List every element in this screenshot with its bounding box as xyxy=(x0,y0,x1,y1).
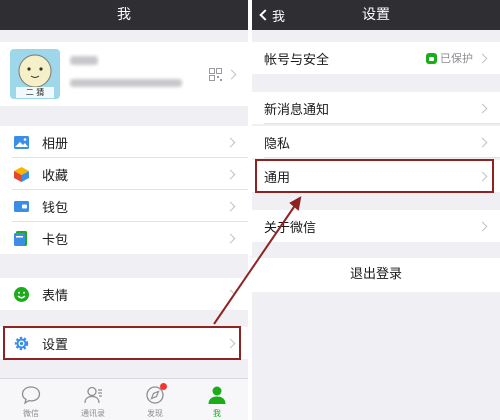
blurred-nickname xyxy=(70,56,98,65)
settings-item-label: 帐号与安全 xyxy=(264,52,330,68)
contacts-icon xyxy=(84,386,102,404)
lock-icon xyxy=(426,52,437,64)
menu-item-label: 相册 xyxy=(42,136,69,152)
avatar: 二 猜 xyxy=(10,49,60,99)
me-person-icon xyxy=(208,386,226,404)
settings-item-label: 通用 xyxy=(264,170,291,186)
qr-code-icon xyxy=(209,68,222,81)
menu-item-favorites[interactable]: 收藏 xyxy=(0,158,248,190)
notification-dot xyxy=(160,383,167,390)
chat-bubble-icon xyxy=(21,386,41,405)
settings-item-about[interactable]: 关于微信 xyxy=(252,210,500,242)
me-navbar: 我 xyxy=(0,0,248,30)
settings-item-general[interactable]: 通用 xyxy=(252,160,500,192)
blurred-wechat-id xyxy=(70,79,182,87)
menu-item-album[interactable]: 相册 xyxy=(0,126,248,158)
chevron-right-icon xyxy=(477,171,488,181)
settings-gear-icon xyxy=(14,336,29,350)
settings-page-title: 设置 xyxy=(362,7,390,23)
chevron-right-icon xyxy=(225,289,236,299)
tab-contacts[interactable]: 通讯录 xyxy=(62,379,124,420)
tab-me[interactable]: 我 xyxy=(186,379,248,420)
favorites-cube-icon xyxy=(14,166,29,182)
bottom-tab-bar: 微信 通讯录 发现 我 xyxy=(0,378,248,420)
photo-album-icon xyxy=(14,135,29,149)
avatar-caption: 二 猜 xyxy=(25,88,45,97)
wallet-icon xyxy=(14,200,29,212)
menu-item-settings[interactable]: 设置 xyxy=(0,327,248,359)
tab-chats[interactable]: 微信 xyxy=(0,379,62,420)
menu-item-label: 卡包 xyxy=(42,232,69,248)
card-pack-icon xyxy=(14,230,27,246)
profile-card[interactable]: 二 猜 xyxy=(0,42,248,106)
status-text: 已保护 xyxy=(440,52,473,65)
chevron-right-icon xyxy=(225,169,236,179)
settings-item-label: 隐私 xyxy=(264,136,291,152)
menu-item-emoji[interactable]: 表情 xyxy=(0,278,248,310)
tab-label: 发现 xyxy=(147,409,163,418)
chevron-right-icon xyxy=(225,338,236,348)
settings-item-privacy[interactable]: 隐私 xyxy=(252,126,500,158)
settings-navbar: 我 设置 xyxy=(252,0,500,30)
chevron-right-icon xyxy=(477,221,488,231)
me-screen: 我 二 猜 相册 收藏 钱包 卡包 表情 设置 微信 通讯录 发现 我 xyxy=(0,0,248,420)
settings-item-label: 关于微信 xyxy=(264,220,317,236)
chevron-right-icon xyxy=(225,137,236,147)
chevron-right-icon xyxy=(477,53,488,63)
chevron-right-icon xyxy=(225,201,236,211)
menu-item-label: 设置 xyxy=(42,337,69,353)
tab-label: 微信 xyxy=(23,409,39,418)
chevron-right-icon xyxy=(477,137,488,147)
tab-discover[interactable]: 发现 xyxy=(124,379,186,420)
settings-screen: 我 设置 帐号与安全 已保护 新消息通知 隐私 通用 关于微信 退出登录 xyxy=(252,0,500,420)
menu-item-card-pack[interactable]: 卡包 xyxy=(0,222,248,254)
menu-item-label: 收藏 xyxy=(42,168,69,184)
me-page-title: 我 xyxy=(117,7,131,23)
status-badge: 已保护 xyxy=(426,50,473,66)
emoji-smile-icon xyxy=(14,286,29,302)
chevron-right-icon xyxy=(225,233,236,243)
settings-item-label: 新消息通知 xyxy=(264,102,330,118)
profile-chevron-icon xyxy=(226,69,237,80)
logout-button[interactable]: 退出登录 xyxy=(252,258,500,292)
menu-item-label: 表情 xyxy=(42,288,69,304)
tab-label: 通讯录 xyxy=(81,409,105,418)
tab-label: 我 xyxy=(213,409,221,418)
chevron-right-icon xyxy=(477,103,488,113)
settings-item-account-security[interactable]: 帐号与安全 已保护 xyxy=(252,42,500,74)
menu-item-wallet[interactable]: 钱包 xyxy=(0,190,248,222)
menu-item-label: 钱包 xyxy=(42,200,69,216)
settings-item-notifications[interactable]: 新消息通知 xyxy=(252,92,500,124)
